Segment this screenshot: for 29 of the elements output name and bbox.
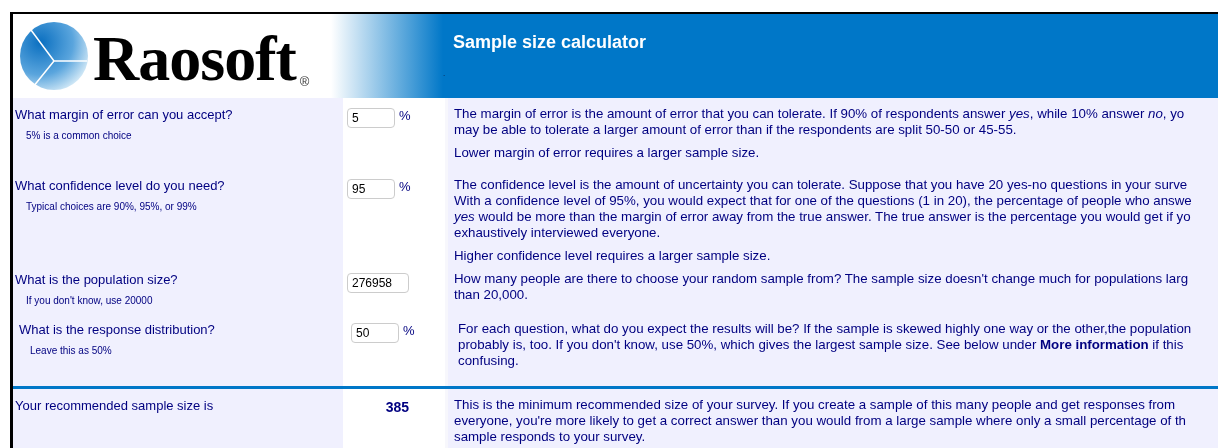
description-text: Lower margin of error requires a larger sample size. <box>454 145 761 161</box>
description-text: Higher confidence level requires a larger sample size. <box>454 248 772 264</box>
unit-label: % <box>399 179 411 194</box>
description-text: For each question, what do you expect the results will be? If the sample is skewed highly one way or the other,the population probably is, too. If you don't know, use 50%, which gives the largest sample size. See below under More information if this confusing. <box>458 321 1193 369</box>
dot-mark: . <box>443 69 447 78</box>
question-label: What margin of error can you accept? <box>15 107 234 122</box>
result-label: Your recommended sample size is <box>15 398 215 413</box>
input-field[interactable]: 276958 <box>347 273 409 293</box>
registered-mark: ® <box>299 74 310 89</box>
input-field[interactable]: 95 <box>347 179 395 199</box>
hint-text: 5% is a common choice <box>26 130 133 141</box>
input-field[interactable]: 5 <box>347 108 395 128</box>
logo-text: Raosoft <box>93 27 296 91</box>
unit-label: % <box>399 108 411 123</box>
unit-label: % <box>403 323 415 338</box>
hint-text: If you don't know, use 20000 <box>26 295 154 306</box>
question-label: What is the response distribution? <box>19 322 216 337</box>
pie-logo-icon <box>19 21 89 91</box>
description-text: How many people are there to choose your random sample from? The sample size doesn't change much for populations larg than 20,000. <box>454 271 1190 303</box>
description-text: The confidence level is the amount of uncertainty you can tolerate. Suppose that you have 20 yes-no questions in your surve With a confidence level of 95%, you would expect that for one of the questions (1 in 20), the percentage of people who answe yes would be more than the margin of error away from the true answer. The true answer is the percentage you would get if yo exhaustively interviewed everyone. <box>454 177 1193 241</box>
description-text: This is the minimum recommended size of your survey. If you create a sample of this many people and get responses from everyone, you're more likely to get a correct answer than you would from a large sample where only a small percentage of th sample responds to your survey. <box>454 397 1188 445</box>
page-title: Sample size calculator <box>453 32 648 53</box>
question-label: What is the population size? <box>15 272 179 287</box>
sample-size-value: 385 <box>385 399 409 415</box>
question-label: What confidence level do you need? <box>15 178 226 193</box>
hint-text: Leave this as 50% <box>30 345 113 356</box>
hint-text: Typical choices are 90%, 95%, or 99% <box>26 201 198 212</box>
input-field[interactable]: 50 <box>351 323 399 343</box>
description-text: The margin of error is the amount of error that you can tolerate. If 90% of respondents answer yes, while 10% answer no, yo may be able to tolerate a larger amount of error than if the respondents are split 50-50 or 45-55. <box>454 106 1186 138</box>
